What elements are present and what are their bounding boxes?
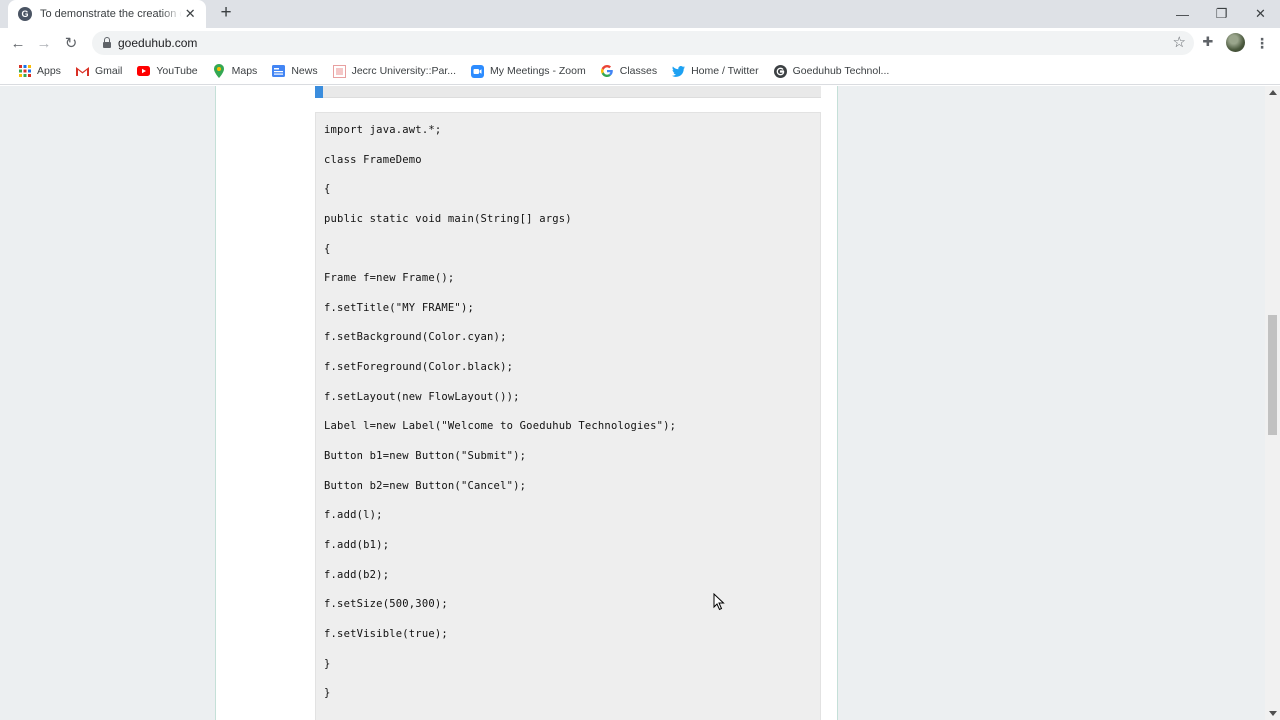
scroll-up-arrow-icon[interactable] [1269, 90, 1277, 95]
bookmark-star-icon[interactable]: ☆ [1173, 33, 1186, 51]
code-line: f.add(b2); [324, 568, 390, 581]
code-line: f.add(l); [324, 509, 383, 522]
bookmark-label: My Meetings - Zoom [490, 65, 586, 77]
code-line: f.add(b1); [324, 538, 390, 551]
restore-button[interactable]: ❐ [1202, 0, 1241, 28]
goeduhub-favicon-icon: G [18, 7, 32, 21]
profile-avatar[interactable] [1226, 33, 1245, 52]
forward-button[interactable]: → [33, 32, 55, 54]
page-viewport: import java.awt.*; class FrameDemo { pub… [0, 86, 1280, 720]
code-line: Button b2=new Button("Cancel"); [324, 479, 527, 492]
maps-icon [213, 64, 226, 78]
bookmark-zoom[interactable]: My Meetings - Zoom [465, 60, 592, 82]
bookmark-label: Goeduhub Technol... [792, 65, 890, 77]
minimize-button[interactable]: — [1163, 0, 1202, 28]
browser-toolbar: ← → ↻ goeduhub.com ☆ ✚ ⋮ [0, 28, 1280, 58]
bookmark-label: YouTube [156, 65, 198, 77]
scrollbar-thumb[interactable] [1268, 315, 1277, 435]
bookmark-label: Jecrc University::Par... [351, 65, 457, 77]
reload-button[interactable]: ↻ [60, 32, 82, 54]
bookmark-label: Apps [37, 65, 61, 77]
bookmark-jecrc[interactable]: Jecrc University::Par... [327, 60, 462, 82]
bookmark-twitter[interactable]: Home / Twitter [666, 60, 765, 82]
bookmark-youtube[interactable]: YouTube [131, 60, 203, 82]
code-line: f.setForeground(Color.black); [324, 361, 514, 374]
code-block[interactable]: import java.awt.*; class FrameDemo { pub… [315, 112, 821, 720]
gmail-icon [75, 65, 89, 78]
code-line: import java.awt.*; [324, 124, 442, 136]
zoom-icon [471, 64, 485, 78]
extensions-puzzle-icon[interactable]: ✚ [1200, 34, 1216, 50]
code-line: public static void main(String[] args) [324, 212, 572, 225]
google-icon [601, 65, 614, 78]
previous-code-block [315, 86, 821, 98]
code-line: f.setTitle("MY FRAME"); [324, 301, 474, 314]
code-line: f.setSize(500,300); [324, 598, 448, 611]
twitter-icon [672, 65, 686, 78]
bookmark-label: Classes [619, 65, 658, 77]
window-controls: — ❐ ✕ [1163, 0, 1280, 28]
jecrc-icon [332, 64, 346, 78]
bookmark-apps[interactable]: Apps [12, 60, 67, 82]
bookmark-label: News [291, 65, 318, 77]
browser-tab[interactable]: G To demonstrate the creation of a frame… [8, 0, 206, 28]
close-window-button[interactable]: ✕ [1241, 0, 1280, 28]
code-line: f.setVisible(true); [324, 627, 448, 640]
tab-title: To demonstrate the creation of a frame [40, 8, 182, 20]
code-line: { [324, 242, 331, 255]
text-cursor-marker [315, 86, 323, 98]
code-line: class FrameDemo [324, 153, 422, 166]
bookmarks-bar: Apps Gmail YouTube Maps News Jecrc Unive… [0, 58, 1280, 85]
article-content: import java.awt.*; class FrameDemo { pub… [215, 86, 838, 720]
address-bar[interactable]: goeduhub.com ☆ [92, 31, 1194, 55]
bookmark-maps[interactable]: Maps [207, 60, 264, 82]
bookmark-goeduhub[interactable]: Goeduhub Technol... [768, 60, 896, 82]
bookmark-news[interactable]: News [266, 60, 323, 82]
code-line: f.setLayout(new FlowLayout()); [324, 390, 520, 403]
lock-icon[interactable] [102, 37, 112, 49]
code-line: Frame f=new Frame(); [324, 272, 455, 285]
code-line: Button b1=new Button("Submit"); [324, 450, 527, 463]
code-line: Label l=new Label("Welcome to Goeduhub T… [324, 420, 677, 433]
bookmark-label: Home / Twitter [691, 65, 759, 77]
bookmark-classes[interactable]: Classes [595, 60, 663, 82]
url-text[interactable]: goeduhub.com [118, 36, 197, 50]
goeduhub-icon [773, 64, 787, 78]
close-tab-icon[interactable]: ✕ [182, 6, 198, 22]
mouse-cursor-icon [713, 593, 725, 611]
youtube-icon [137, 65, 151, 78]
bookmark-label: Maps [231, 65, 258, 77]
vertical-scrollbar[interactable] [1265, 86, 1280, 720]
code-line: } [324, 657, 331, 670]
news-icon [272, 65, 286, 78]
new-tab-button[interactable]: + [216, 3, 236, 24]
scroll-down-arrow-icon[interactable] [1269, 711, 1277, 716]
code-line: { [324, 183, 331, 196]
code-line: f.setBackground(Color.cyan); [324, 331, 507, 344]
bookmark-label: Gmail [94, 65, 123, 77]
back-button[interactable]: ← [7, 32, 29, 54]
code-line: } [324, 687, 331, 700]
chrome-menu-icon[interactable]: ⋮ [1254, 33, 1270, 53]
apps-grid-icon [18, 65, 31, 78]
tab-strip: G To demonstrate the creation of a frame… [0, 0, 1280, 28]
bookmark-gmail[interactable]: Gmail [70, 60, 128, 82]
